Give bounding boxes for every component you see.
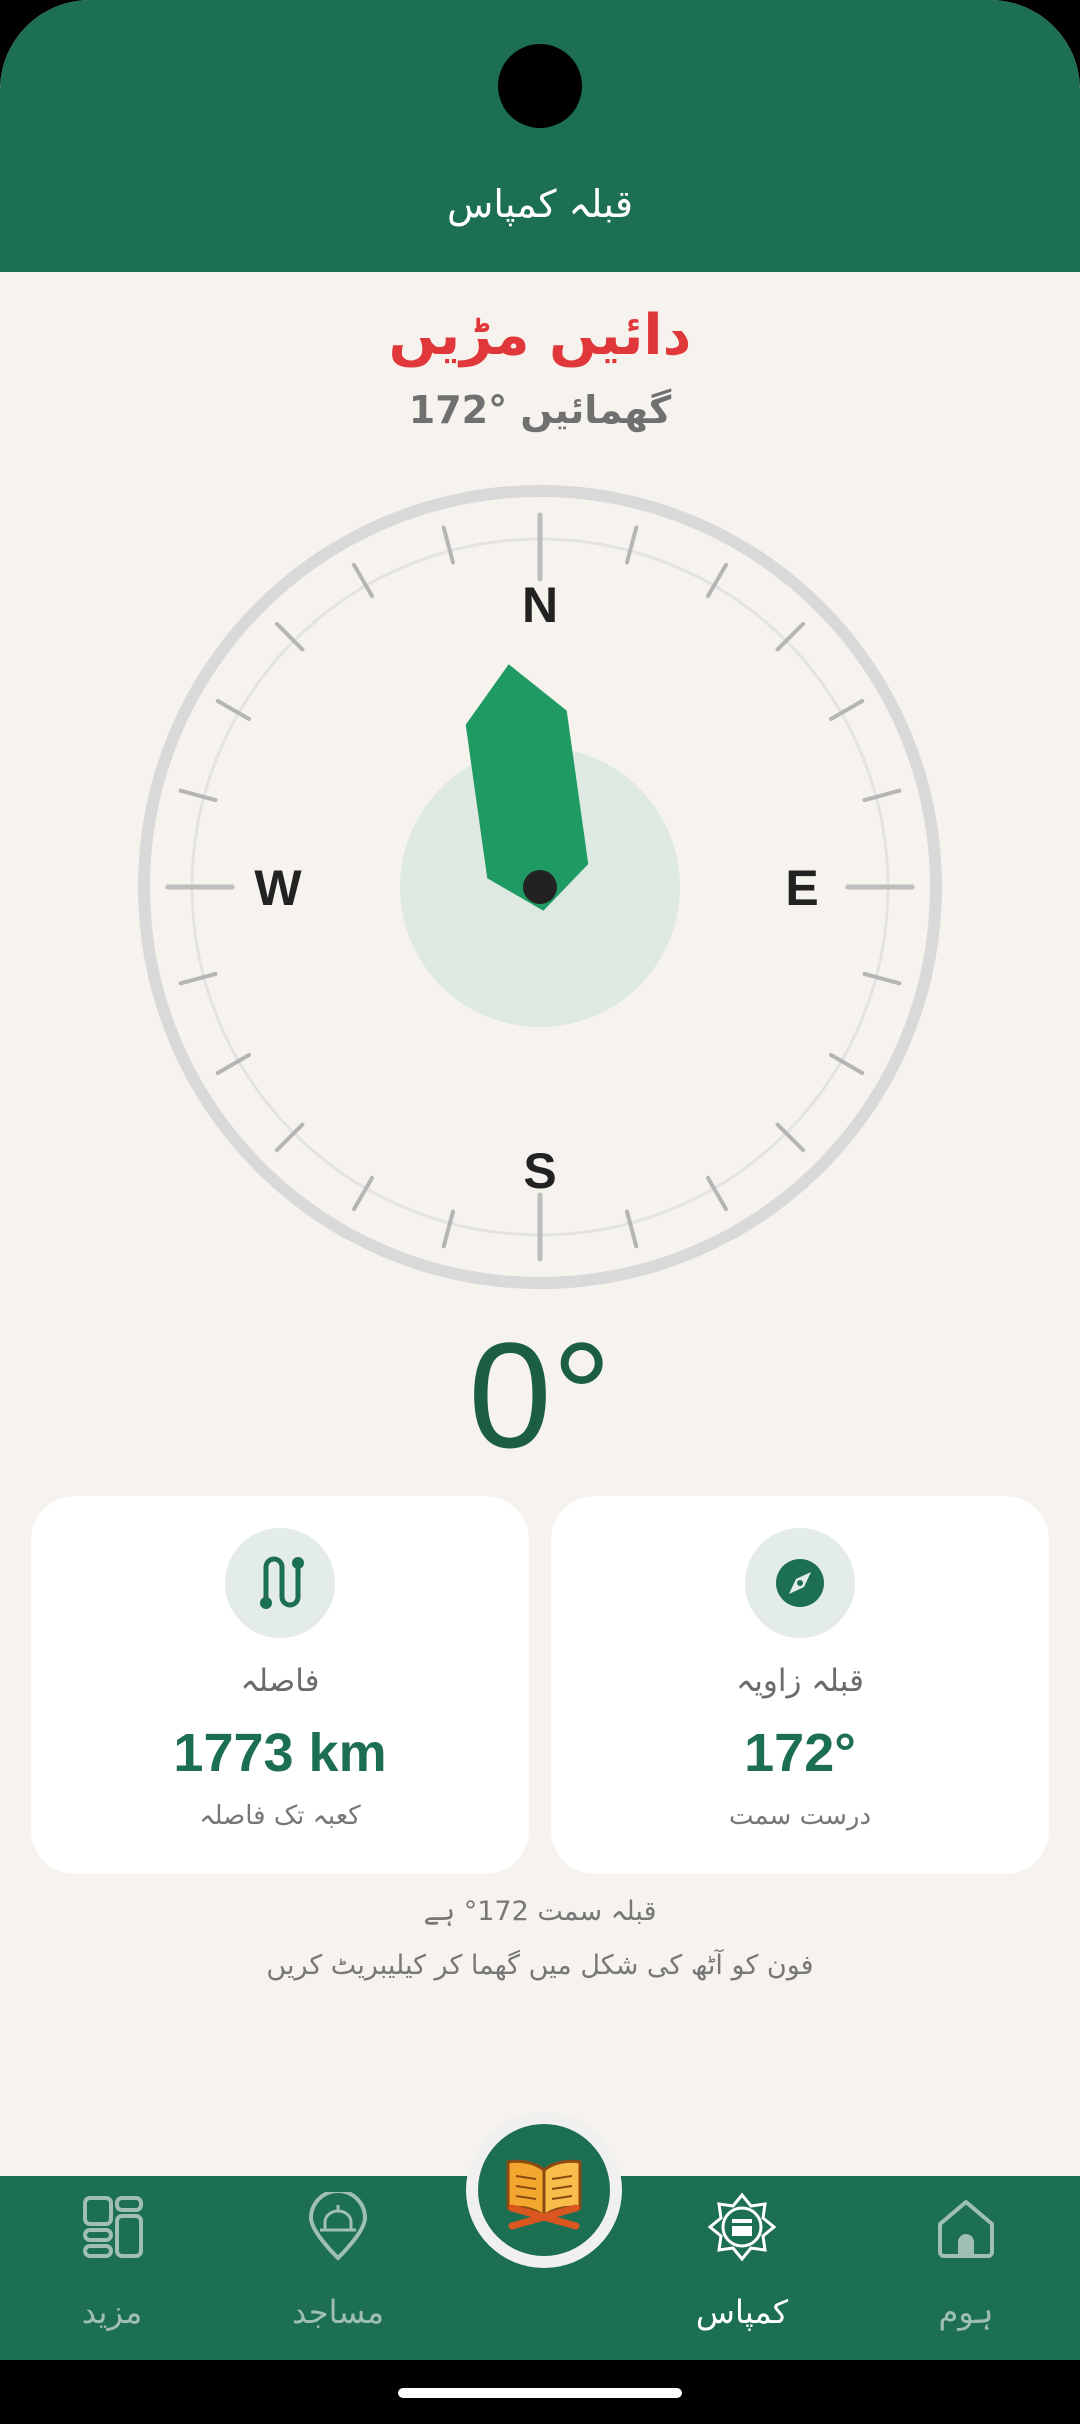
qibla-angle-value: 172°: [744, 1723, 856, 1783]
kaaba-compass-icon: [707, 2192, 777, 2262]
nav-label-mosques: مساجد: [291, 2293, 384, 2331]
camera-cutout: [498, 44, 582, 128]
qibla-angle-card: قبلہ زاویہ 172° درست سمت: [551, 1496, 1049, 1874]
home-indicator[interactable]: [398, 2388, 682, 2398]
mosque-pin-icon: [308, 2192, 368, 2261]
nav-label-more: مزید: [81, 2293, 143, 2331]
needle-pivot: [523, 870, 557, 904]
distance-label: فاصلہ: [240, 1663, 320, 1699]
qibla-direction-note: قبلہ سمت 172° ہے: [423, 1896, 657, 1927]
distance-value: 1773 km: [173, 1723, 387, 1783]
distance-caption: کعبہ تک فاصلہ: [199, 1801, 361, 1831]
qibla-angle-label: قبلہ زاویہ: [736, 1663, 864, 1699]
quran-icon: [506, 2159, 582, 2230]
nav-item-home[interactable]: ہوم: [866, 2176, 1066, 2360]
route-icon: [225, 1528, 335, 1638]
heading-readout: 0°: [468, 1311, 612, 1479]
rotate-degrees-text: 172° گھمائیں: [408, 388, 672, 432]
quran-button[interactable]: [466, 2112, 622, 2268]
compass-label-west: W: [254, 860, 302, 916]
compass-label-north: N: [522, 577, 558, 633]
nav-label-compass: کمپاس: [695, 2293, 789, 2331]
distance-card: فاصلہ 1773 km کعبہ تک فاصلہ: [31, 1496, 529, 1874]
home-icon: [938, 2200, 994, 2258]
compass-label-south: S: [523, 1143, 556, 1199]
page-title: قبلہ کمپاس: [446, 182, 634, 226]
app-screen: قبلہ کمپاس دائیں مڑیں 172° گھمائیں N E S…: [0, 0, 1080, 2424]
qibla-angle-caption: درست سمت: [728, 1801, 872, 1831]
nav-item-mosques[interactable]: مساجد: [238, 2176, 438, 2360]
app-header: قبلہ کمپاس: [0, 0, 1080, 272]
compass-dial: N E S W: [138, 485, 942, 1289]
compass-label-east: E: [785, 860, 818, 916]
nav-item-compass[interactable]: کمپاس: [642, 2176, 842, 2360]
grid-icon: [83, 2196, 143, 2258]
turn-instruction: دائیں مڑیں: [388, 303, 692, 368]
calibration-note: فون کو آٹھ کی شکل میں گھما کر کیلیبریٹ ک…: [266, 1950, 814, 1981]
compass-icon: [745, 1528, 855, 1638]
nav-label-home: ہوم: [938, 2293, 994, 2331]
nav-item-more[interactable]: مزید: [12, 2176, 212, 2360]
